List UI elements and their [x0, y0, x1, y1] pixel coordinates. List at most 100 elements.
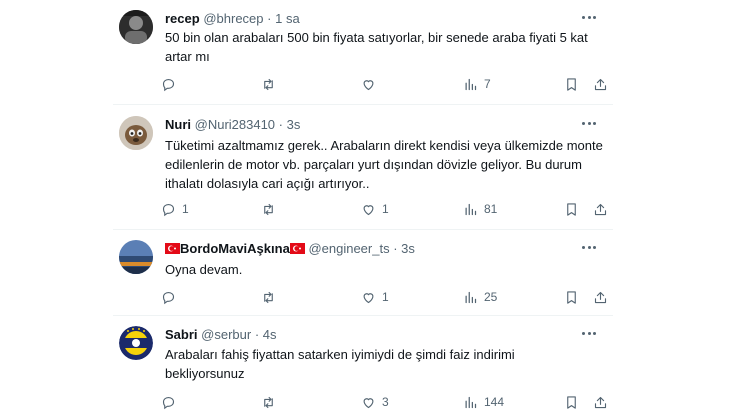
retweet-icon — [264, 203, 273, 215]
bookmark-icon — [567, 395, 576, 409]
bookmark-button[interactable] — [564, 75, 579, 93]
retweet-button[interactable] — [261, 200, 282, 218]
reply-button[interactable] — [161, 75, 182, 93]
reply-icon — [162, 203, 175, 216]
bookmark-icon — [567, 290, 576, 304]
tweet-header: recep @bhrecep · 1 sa — [165, 11, 300, 27]
views-icon — [465, 396, 477, 408]
tweet-header: BordoMaviAşkına @engineer_ts · 3s — [165, 241, 415, 257]
tweet-sabri[interactable]: Sabri @serbur · 4s Arabaları fahiş fiyat… — [113, 316, 613, 420]
author-handle[interactable]: @bhrecep — [203, 11, 263, 26]
tweet-nuri[interactable]: Nuri @Nuri283410 · 3s Tüketimi azaltmamı… — [113, 106, 613, 222]
like-button[interactable]: 1 — [361, 288, 389, 306]
reply-count: 1 — [182, 202, 189, 216]
avatar[interactable] — [119, 326, 153, 360]
separator: · — [267, 11, 272, 26]
bookmark-button[interactable] — [564, 393, 579, 411]
action-bar: 3 144 — [161, 393, 611, 411]
turkey-flag-icon — [289, 243, 305, 254]
timestamp[interactable]: 1 sa — [275, 11, 300, 26]
author-name[interactable]: BordoMaviAşkına — [180, 241, 290, 256]
more-icon[interactable] — [579, 239, 599, 255]
tweet-header: Sabri @serbur · 4s — [165, 327, 277, 343]
timestamp[interactable]: 3s — [401, 241, 415, 256]
tweet-text: Tüketimi azaltmamız gerek.. Arabaların d… — [165, 138, 603, 191]
tweet-header: Nuri @Nuri283410 · 3s — [165, 117, 300, 133]
share-button[interactable] — [593, 75, 608, 93]
share-button[interactable] — [593, 288, 608, 306]
bookmark-button[interactable] — [564, 200, 579, 218]
reply-icon — [162, 396, 175, 409]
action-bar: 1 1 81 — [161, 200, 611, 218]
views-button[interactable]: 81 — [463, 200, 497, 218]
avatar[interactable] — [119, 240, 153, 274]
retweet-button[interactable] — [261, 75, 282, 93]
reply-button[interactable] — [161, 288, 182, 306]
like-icon — [363, 79, 374, 90]
author-name[interactable]: Nuri — [165, 117, 191, 132]
retweet-button[interactable] — [261, 288, 282, 306]
separator: · — [393, 241, 398, 256]
avatar[interactable] — [119, 10, 153, 44]
view-count: 144 — [484, 395, 505, 409]
share-button[interactable] — [593, 393, 608, 411]
reply-icon — [162, 291, 175, 304]
divider — [113, 104, 613, 105]
views-button[interactable]: 25 — [463, 288, 497, 306]
tweet-bordomaviaskina[interactable]: BordoMaviAşkına @engineer_ts · 3s Oyna d… — [113, 230, 613, 314]
retweet-icon — [264, 291, 273, 303]
views-button[interactable]: 7 — [463, 75, 491, 93]
views-button[interactable]: 144 — [463, 393, 504, 411]
view-count: 25 — [484, 290, 498, 304]
author-name[interactable]: Sabri — [165, 327, 198, 342]
share-icon — [594, 291, 607, 303]
bookmark-icon — [567, 202, 576, 216]
retweet-icon — [264, 396, 273, 408]
share-icon — [594, 203, 607, 215]
timestamp[interactable]: 4s — [263, 327, 277, 342]
reply-icon — [162, 78, 175, 91]
separator: · — [278, 117, 284, 132]
like-button[interactable] — [361, 75, 382, 93]
more-icon[interactable] — [579, 9, 599, 25]
action-bar: 1 25 — [161, 288, 611, 306]
like-count: 1 — [382, 202, 389, 216]
author-name[interactable]: recep — [165, 11, 200, 26]
views-icon — [465, 78, 477, 90]
like-button[interactable]: 3 — [361, 393, 389, 411]
tweet-recep[interactable]: recep @bhrecep · 1 sa 50 bin olan arabal… — [113, 0, 613, 92]
author-handle[interactable]: @Nuri283410 — [195, 117, 275, 132]
tweet-text: Arabaları fahiş fiyattan satarken iyimiy… — [165, 347, 515, 381]
reply-button[interactable] — [161, 393, 182, 411]
turkey-flag-icon — [165, 243, 180, 254]
more-icon[interactable] — [579, 115, 599, 131]
author-handle[interactable]: @serbur — [201, 327, 251, 342]
reply-button[interactable]: 1 — [161, 200, 189, 218]
retweet-button[interactable] — [261, 393, 282, 411]
share-button[interactable] — [593, 200, 608, 218]
reply-feed: recep @bhrecep · 1 sa 50 bin olan arabal… — [0, 0, 730, 420]
like-icon — [363, 292, 374, 303]
like-count: 3 — [382, 395, 389, 409]
views-icon — [465, 291, 477, 303]
view-count: 7 — [484, 77, 491, 91]
share-icon — [594, 396, 607, 408]
like-icon — [363, 397, 374, 408]
view-count: 81 — [484, 202, 498, 216]
tweet-text: 50 bin olan arabaları 500 bin fiyata sat… — [165, 30, 588, 64]
share-icon — [594, 78, 607, 90]
bookmark-button[interactable] — [564, 288, 579, 306]
separator: · — [254, 327, 260, 342]
action-bar: 7 — [161, 75, 611, 93]
views-icon — [465, 203, 477, 215]
more-icon[interactable] — [579, 325, 599, 341]
tweet-text: Oyna devam. — [165, 262, 243, 277]
avatar[interactable] — [119, 116, 153, 150]
like-icon — [363, 204, 374, 215]
bookmark-icon — [567, 77, 576, 91]
author-handle[interactable]: @engineer_ts — [308, 241, 389, 256]
like-count: 1 — [382, 290, 389, 304]
timestamp[interactable]: 3s — [287, 117, 301, 132]
like-button[interactable]: 1 — [361, 200, 389, 218]
retweet-icon — [264, 78, 273, 90]
